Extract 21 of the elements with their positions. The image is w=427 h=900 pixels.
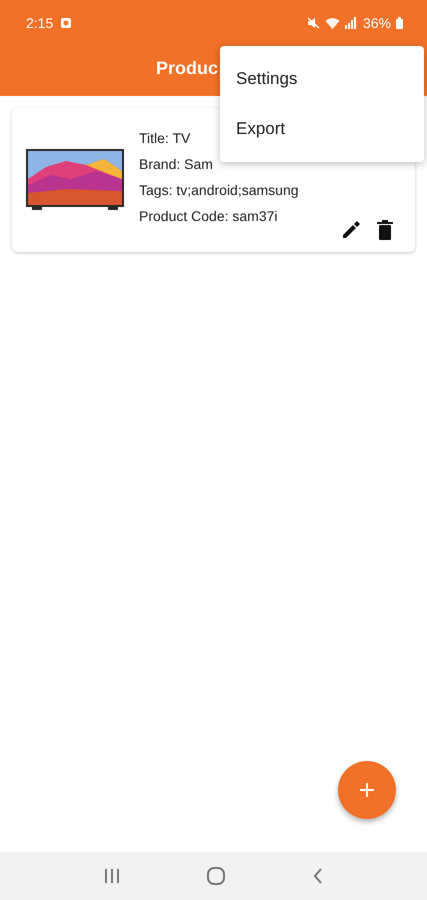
battery-icon bbox=[396, 17, 403, 29]
signal-icon bbox=[344, 17, 356, 29]
home-icon[interactable] bbox=[207, 867, 226, 885]
back-icon[interactable] bbox=[313, 868, 324, 884]
status-time: 2:15 bbox=[26, 15, 54, 31]
menu-item[interactable]: Export bbox=[220, 104, 424, 154]
mute-icon bbox=[306, 17, 320, 29]
plus-icon bbox=[358, 781, 376, 799]
product-detail: Title: TV bbox=[139, 129, 190, 147]
product-detail: Tags: tv;android;samsung bbox=[139, 181, 299, 199]
delete-icon[interactable] bbox=[377, 220, 393, 240]
product-detail: Product Code: sam37i bbox=[139, 207, 278, 225]
wifi-icon bbox=[324, 17, 340, 29]
notification-icon bbox=[61, 18, 72, 28]
menu-item[interactable]: Settings bbox=[220, 54, 424, 104]
add-button[interactable] bbox=[338, 761, 396, 819]
recent-apps-icon[interactable] bbox=[104, 869, 120, 883]
app-title: Produc bbox=[156, 58, 218, 78]
product-detail: Brand: Sam bbox=[139, 155, 213, 173]
battery-percent: 36% bbox=[362, 15, 391, 31]
edit-icon[interactable] bbox=[341, 220, 361, 240]
